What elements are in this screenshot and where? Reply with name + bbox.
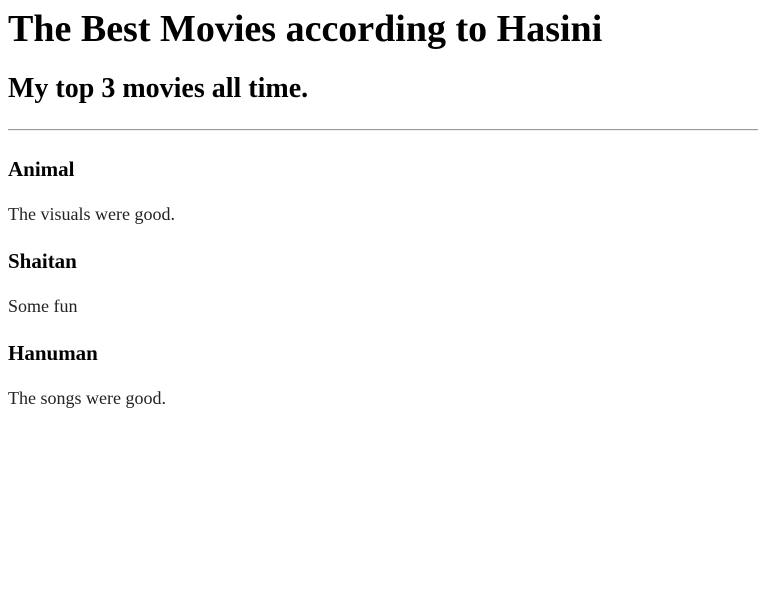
page-subtitle: My top 3 movies all time.: [8, 73, 309, 104]
movie-item: Shaitan Some fun: [8, 248, 758, 317]
movie-review: The visuals were good.: [8, 204, 175, 224]
movie-review: Some fun: [8, 296, 78, 316]
page-title: The Best Movies according to Hasini: [8, 8, 603, 50]
movie-item: Hanuman The songs were good.: [8, 340, 758, 409]
movie-title: Hanuman: [8, 341, 98, 365]
movie-title: Animal: [8, 157, 75, 181]
movie-list: Animal The visuals were good. Shaitan So…: [8, 156, 758, 409]
movie-title: Shaitan: [8, 249, 77, 273]
divider: [8, 129, 758, 131]
movie-review: The songs were good.: [8, 388, 166, 408]
movie-item: Animal The visuals were good.: [8, 156, 758, 225]
